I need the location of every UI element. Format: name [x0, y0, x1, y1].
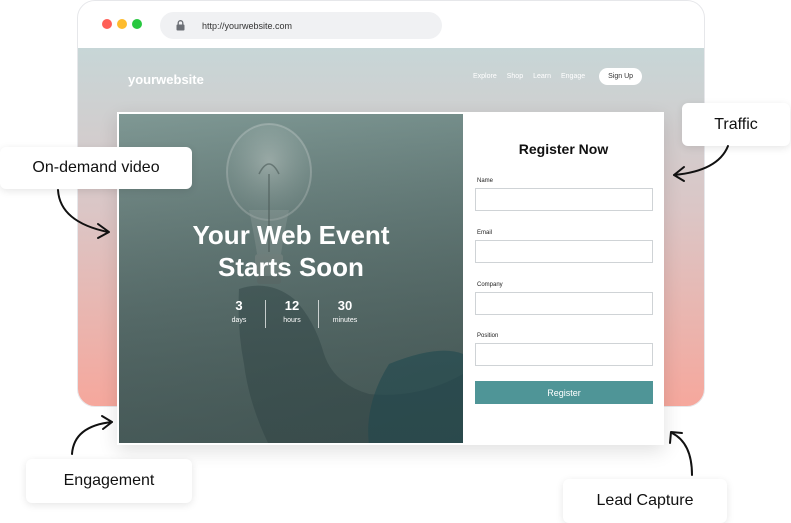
event-title-line-2: Starts Soon	[218, 252, 364, 282]
countdown-hours: 12 hours	[272, 298, 312, 324]
arrow-icon	[71, 415, 113, 455]
arrow-icon	[57, 189, 110, 239]
email-label: Email	[477, 230, 493, 236]
countdown-divider	[318, 300, 319, 328]
nav-shop[interactable]: Shop	[507, 73, 523, 80]
position-label: Position	[477, 333, 499, 339]
nav-explore[interactable]: Explore	[473, 73, 497, 80]
callout-engagement: Engagement	[26, 459, 192, 503]
countdown-unit: days	[231, 317, 247, 324]
event-title-line-1: Your Web Event	[192, 220, 390, 250]
countdown-timer: 3 days 12 hours 30 minutes	[219, 298, 365, 328]
arrow-icon	[673, 145, 729, 182]
nav-learn[interactable]: Learn	[533, 73, 551, 80]
callout-on-demand-video: On-demand video	[0, 147, 192, 189]
site-nav: Explore Shop Learn Engage Sign Up	[473, 68, 643, 85]
address-bar[interactable]: http://yourwebsite.com	[160, 12, 442, 39]
name-label: Name	[477, 178, 494, 184]
browser-toolbar: http://yourwebsite.com	[78, 1, 704, 48]
register-button[interactable]: Register	[475, 381, 653, 404]
callout-lead-capture: Lead Capture	[563, 479, 727, 523]
countdown-days: 3 days	[219, 298, 259, 324]
form-title: Register Now	[518, 141, 609, 157]
countdown-minutes: 30 minutes	[325, 298, 365, 324]
event-title: Your Web Event Starts Soon	[119, 219, 463, 283]
email-input[interactable]	[475, 240, 653, 263]
minimize-window-button[interactable]	[117, 19, 127, 29]
registration-form: Register Now Name Email Company Position…	[463, 114, 664, 443]
arrow-icon	[669, 431, 693, 476]
company-input[interactable]	[475, 292, 653, 315]
url-text: http://yourwebsite.com	[202, 20, 293, 31]
nav-engage[interactable]: Engage	[561, 73, 585, 80]
countdown-value: 12	[284, 298, 300, 313]
countdown-unit: hours	[283, 317, 301, 324]
event-landing-card: Your Web Event Starts Soon 3 days 12 hou…	[117, 112, 664, 445]
countdown-unit: minutes	[332, 317, 358, 324]
company-label: Company	[477, 282, 503, 288]
close-window-button[interactable]	[102, 19, 112, 29]
maximize-window-button[interactable]	[132, 19, 142, 29]
countdown-divider	[265, 300, 266, 328]
countdown-value: 3	[235, 298, 243, 313]
callout-traffic: Traffic	[682, 103, 790, 146]
site-logo[interactable]: yourwebsite	[128, 72, 204, 87]
sign-up-button[interactable]: Sign Up	[599, 68, 643, 85]
position-input[interactable]	[475, 343, 653, 366]
name-input[interactable]	[475, 188, 653, 211]
countdown-value: 30	[337, 298, 353, 313]
lock-icon	[172, 18, 188, 34]
